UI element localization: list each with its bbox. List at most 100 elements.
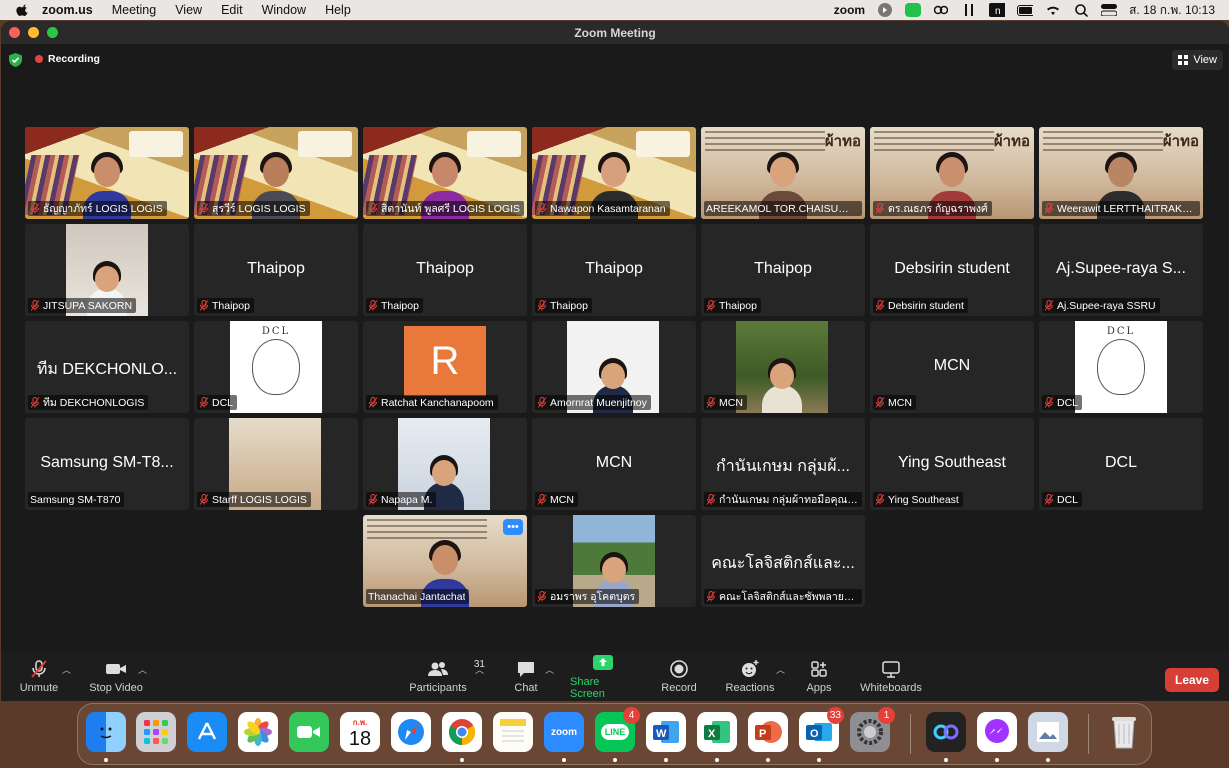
excel-app-icon[interactable]: X xyxy=(697,712,737,752)
menu-view[interactable]: View xyxy=(175,3,202,17)
participant-tile[interactable]: DCL DCL xyxy=(1039,418,1203,510)
security-shield-icon[interactable] xyxy=(9,53,22,67)
participant-tile[interactable]: MCN MCN xyxy=(532,418,696,510)
participant-tile[interactable]: Napapa M. xyxy=(363,418,527,510)
minimize-button[interactable] xyxy=(28,27,39,38)
apps-icon xyxy=(811,660,827,677)
outlook-app-icon[interactable]: O 33 xyxy=(799,707,844,752)
zoom-app-icon[interactable]: zoom xyxy=(544,712,584,752)
participant-tile[interactable]: Amornrat Muenjitnoy xyxy=(532,321,696,413)
participants-button[interactable]: Participants 31 ︿ xyxy=(409,651,485,701)
notion-icon[interactable]: n xyxy=(989,3,1006,17)
menu-edit[interactable]: Edit xyxy=(221,3,243,17)
participant-tile[interactable]: ผ้าทอ AREEKAMOL TOR.CHAISUWAN xyxy=(701,127,865,219)
participant-tile[interactable]: DCL DCL xyxy=(1039,321,1203,413)
participant-name-label: Thaipop xyxy=(535,298,592,313)
line-status-icon[interactable] xyxy=(905,3,922,17)
participant-display-name: Ying Southeast xyxy=(898,454,1006,471)
participant-tile[interactable]: JITSUPA SAKORN xyxy=(25,224,189,316)
leave-button[interactable]: Leave xyxy=(1165,668,1219,692)
participant-tile[interactable]: ทีม DEKCHONLO... ทีม DEKCHONLOGIS xyxy=(25,321,189,413)
app-store-app-icon[interactable] xyxy=(187,712,227,752)
share-screen-button[interactable]: Share Screen xyxy=(570,651,636,701)
forward-icon[interactable] xyxy=(877,3,893,17)
notes-app-icon[interactable] xyxy=(493,712,533,752)
participant-tile[interactable]: MCN xyxy=(701,321,865,413)
reactions-icon xyxy=(742,659,759,677)
trash-icon[interactable] xyxy=(1104,712,1144,752)
participant-tile[interactable]: Nawapon Kasamtaranan xyxy=(532,127,696,219)
participants-caret-icon[interactable]: ︿ xyxy=(475,663,484,676)
participant-tile[interactable]: R Ratchat Kanchanapoom xyxy=(363,321,527,413)
recording-indicator[interactable]: Recording xyxy=(35,53,100,65)
preview-app-icon[interactable] xyxy=(1028,712,1068,752)
video-options-caret-icon[interactable]: ︿ xyxy=(138,663,147,676)
participant-tile[interactable]: กำนันเกษม กลุ่มผ้... กำนันเกษม กลุ่มผ้าทอ… xyxy=(701,418,865,510)
menu-meeting[interactable]: Meeting xyxy=(112,3,156,17)
wrapper-app-icon[interactable] xyxy=(926,712,966,752)
more-options-icon[interactable]: ••• xyxy=(503,519,523,535)
close-button[interactable] xyxy=(9,27,20,38)
participant-tile[interactable]: MCN MCN xyxy=(870,321,1034,413)
reactions-caret-icon[interactable]: ︿ xyxy=(776,663,785,676)
powerpoint-app-icon[interactable]: P xyxy=(748,712,788,752)
stop-video-button[interactable]: Stop Video ︿ xyxy=(88,651,147,701)
participant-tile[interactable]: Thaipop Thaipop xyxy=(194,224,358,316)
battery-icon[interactable] xyxy=(1017,3,1034,17)
participant-display-name: DCL xyxy=(1104,454,1137,471)
photos-app-icon[interactable] xyxy=(238,712,278,752)
messenger-running-dot xyxy=(995,758,999,762)
chat-button[interactable]: Chat ︿ xyxy=(513,651,554,701)
participant-tile[interactable]: Aj.Supee-raya S... Aj.Supee-raya SSRU xyxy=(1039,224,1203,316)
menu-clock[interactable]: ส. 18 ก.พ. 10:13 xyxy=(1129,1,1215,20)
whiteboards-button[interactable]: Whiteboards xyxy=(860,651,922,701)
participant-tile[interactable]: Ying Southeast Ying Southeast xyxy=(870,418,1034,510)
participant-tile[interactable]: Debsirin student Debsirin student xyxy=(870,224,1034,316)
control-center-icon[interactable] xyxy=(1101,3,1118,17)
zoom-button[interactable] xyxy=(47,27,58,38)
participant-name: กำนันเกษม กลุ่มผ้าทอมือคุณย่า... xyxy=(719,494,858,506)
participant-tile[interactable]: Samsung SM-T8... Samsung SM-T870 xyxy=(25,418,189,510)
participant-tile[interactable]: Thaipop Thaipop xyxy=(532,224,696,316)
menu-help[interactable]: Help xyxy=(325,3,351,17)
line-app-icon[interactable]: LINE 4 xyxy=(595,707,640,752)
system-settings-app-icon[interactable]: 1 xyxy=(850,707,895,752)
menu-app-name[interactable]: zoom.us xyxy=(42,3,93,17)
facetime-app-icon[interactable] xyxy=(289,712,329,752)
participant-tile[interactable]: Starff LOGIS LOGIS xyxy=(194,418,358,510)
messenger-app-icon[interactable] xyxy=(977,712,1017,752)
participant-tile[interactable]: ผ้าทอ Weerawit LERTTHAITRAKU... xyxy=(1039,127,1203,219)
participant-tile[interactable]: สุรวีร์ LOGIS LOGIS xyxy=(194,127,358,219)
search-icon[interactable] xyxy=(1073,3,1089,17)
wrapper-icon[interactable] xyxy=(933,3,949,17)
participant-tile[interactable]: Thaipop Thaipop xyxy=(363,224,527,316)
reactions-button[interactable]: Reactions ︿ xyxy=(726,651,785,701)
view-button[interactable]: View xyxy=(1172,50,1223,70)
record-button[interactable]: Record xyxy=(661,651,697,701)
participant-tile[interactable]: ผ้าทอ ดร.ณธภร กัญฉราพงศ์ xyxy=(870,127,1034,219)
participant-tile[interactable]: อมราพร อุโคตบุตร xyxy=(532,515,696,607)
safari-app-icon[interactable] xyxy=(391,712,431,752)
participant-tile[interactable]: Thaipop Thaipop xyxy=(701,224,865,316)
participant-display-name: Debsirin student xyxy=(894,260,1010,277)
participant-tile[interactable]: ธัญญาภัทร์ LOGIS LOGIS xyxy=(25,127,189,219)
calendar-app-icon[interactable]: ก.พ. 18 xyxy=(340,712,380,752)
participant-tile[interactable]: สิตานันท์ พูลศรี LOGIS LOGIS xyxy=(363,127,527,219)
menu-window[interactable]: Window xyxy=(262,3,306,17)
participant-name-label: กำนันเกษม กลุ่มผ้าทอมือคุณย่า... xyxy=(704,492,862,507)
apps-button[interactable]: Apps xyxy=(806,651,832,701)
finder-app-icon[interactable] xyxy=(86,712,126,752)
wifi-icon[interactable] xyxy=(1045,3,1061,17)
unmute-button[interactable]: Unmute ︿ xyxy=(19,651,71,701)
unmute-options-caret-icon[interactable]: ︿ xyxy=(62,663,71,676)
apple-icon[interactable] xyxy=(16,3,30,17)
zoom-status-label[interactable]: zoom xyxy=(834,3,865,17)
participant-tile[interactable]: Thanachai Jantachat ••• xyxy=(363,515,527,607)
participant-tile[interactable]: DCL DCL xyxy=(194,321,358,413)
word-app-icon[interactable]: W xyxy=(646,712,686,752)
chat-caret-icon[interactable]: ︿ xyxy=(545,663,554,676)
launchpad-app-icon[interactable] xyxy=(136,712,176,752)
chrome-app-icon[interactable] xyxy=(442,712,482,752)
controls-icon[interactable] xyxy=(961,3,977,17)
participant-tile[interactable]: คณะโลจิสติกส์และ... คณะโลจิสติกส์และซัพพล… xyxy=(701,515,865,607)
